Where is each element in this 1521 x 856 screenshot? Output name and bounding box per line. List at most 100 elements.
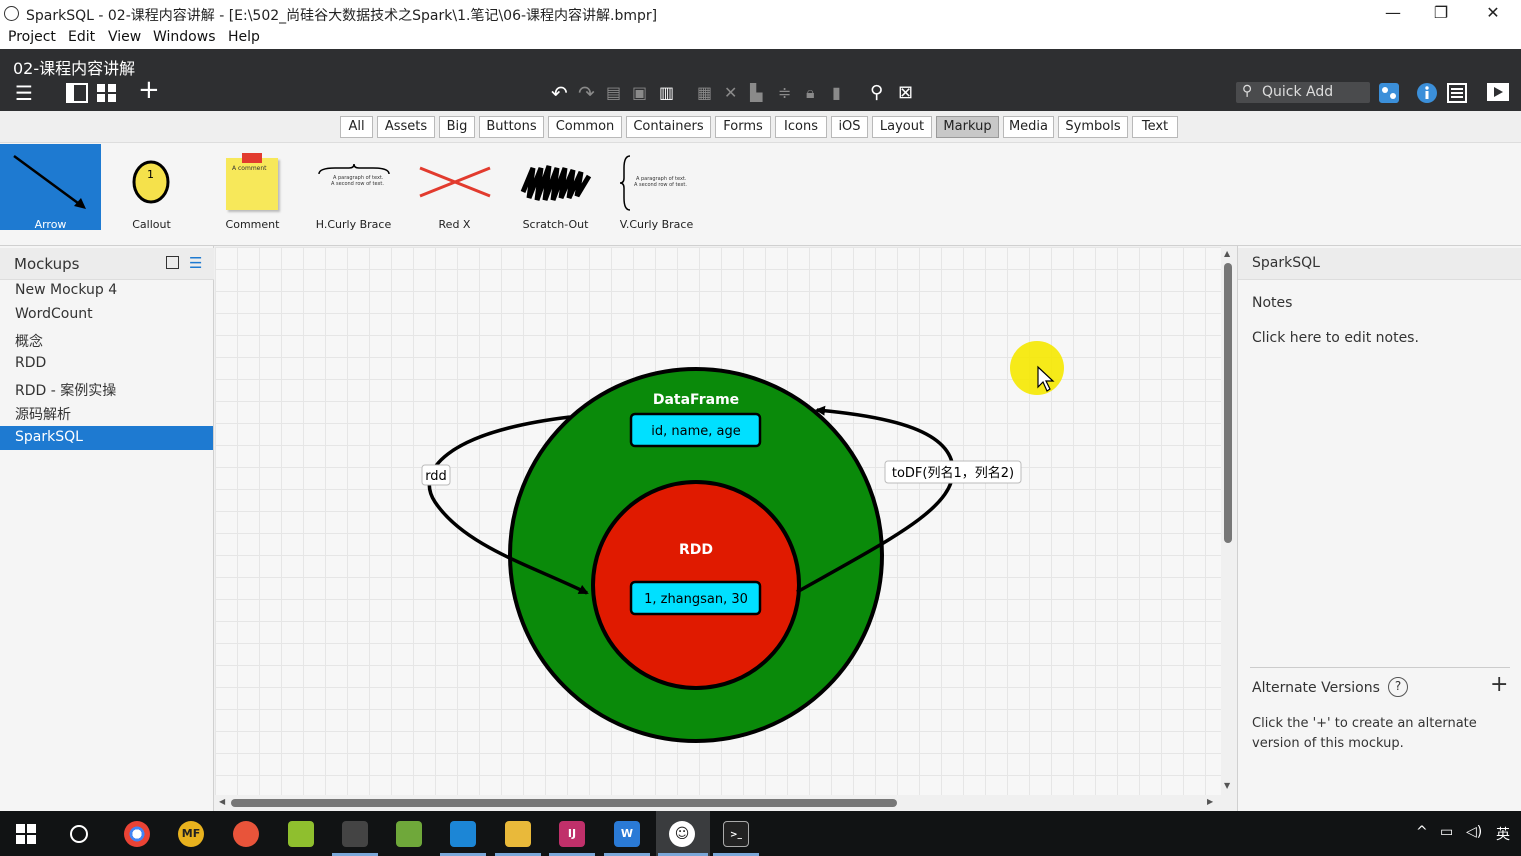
input-language[interactable]: 英 <box>1496 824 1510 844</box>
library-item-comment[interactable]: A comment Comment <box>202 144 303 231</box>
properties-panel: SparkSQL Notes Click here to edit notes.… <box>1237 246 1521 812</box>
chrome-icon[interactable] <box>124 821 150 847</box>
grid-view-icon[interactable] <box>96 82 118 108</box>
file-explorer-icon[interactable] <box>505 821 531 847</box>
category-forms[interactable]: Forms <box>715 116 771 138</box>
duplicate-icon[interactable]: ▣ <box>632 82 647 104</box>
maximize-button[interactable]: ❐ <box>1418 2 1464 26</box>
redo-icon[interactable]: ↷ <box>578 82 595 104</box>
paste-icon[interactable]: ▥ <box>659 82 674 104</box>
terminal-icon[interactable]: >_ <box>723 821 749 847</box>
mf-app-icon[interactable]: MF <box>178 821 204 847</box>
menu-edit[interactable]: Edit <box>68 29 95 45</box>
window-title: SparkSQL - 02-课程内容讲解 - [E:\502_尚硅谷大数据技术之… <box>26 8 658 24</box>
copy-icon[interactable]: ▤ <box>606 82 621 104</box>
library-label: Red X <box>438 218 471 231</box>
mockup-item[interactable]: RDD - 案例实操 <box>0 377 213 401</box>
hamburger-menu-icon[interactable]: ☰ <box>15 82 33 104</box>
align-icon[interactable]: ≑ <box>778 82 791 104</box>
notepad-icon[interactable] <box>396 821 422 847</box>
mockup-item[interactable]: 概念 <box>0 328 213 352</box>
notes-field[interactable]: Click here to edit notes. <box>1252 330 1419 346</box>
group-icon[interactable]: ▦ <box>697 82 712 104</box>
scroll-right-icon[interactable]: ▶ <box>1207 797 1213 806</box>
balsamiq-icon[interactable] <box>450 821 476 847</box>
category-buttons[interactable]: Buttons <box>479 116 544 138</box>
menu-windows[interactable]: Windows <box>153 29 216 45</box>
toggle-panels-icon[interactable] <box>66 82 88 108</box>
tray-expand-icon[interactable]: ^ <box>1416 824 1428 840</box>
library-item-v-curly-brace[interactable]: A paragraph of text. A second row of tex… <box>606 144 707 231</box>
face-app-icon[interactable]: ☺ <box>669 821 695 847</box>
category-common[interactable]: Common <box>548 116 622 138</box>
mockup-canvas[interactable]: DataFrame id, name, age RDD 1, zhangsan,… <box>215 247 1221 795</box>
library-item-arrow[interactable]: Arrow <box>0 144 101 231</box>
category-all[interactable]: All <box>340 116 373 138</box>
category-icons[interactable]: Icons <box>775 116 827 138</box>
list-view-icon[interactable]: ☰ <box>189 254 202 272</box>
zoom-icon[interactable]: ⚲ <box>870 82 883 104</box>
fullscreen-icon[interactable]: ⊠ <box>898 82 913 104</box>
intellij-icon[interactable]: IJ <box>559 821 585 847</box>
windows-start-icon[interactable] <box>16 824 36 844</box>
category-symbols[interactable]: Symbols <box>1058 116 1128 138</box>
category-containers[interactable]: Containers <box>626 116 711 138</box>
mockup-item[interactable]: 源码解析 <box>0 401 213 425</box>
app-icon-tool[interactable] <box>342 821 368 847</box>
library-item-red-x[interactable]: Red X <box>404 144 505 231</box>
category-text[interactable]: Text <box>1132 116 1178 138</box>
network-icon[interactable]: ▭ <box>1440 824 1453 840</box>
undo-icon[interactable]: ↶ <box>551 82 568 104</box>
presentation-icon[interactable] <box>1486 82 1510 108</box>
category-layout[interactable]: Layout <box>872 116 932 138</box>
word-app-icon[interactable]: W <box>614 821 640 847</box>
menu-project[interactable]: Project <box>8 29 56 45</box>
share-icon[interactable] <box>1378 82 1400 108</box>
menu-view[interactable]: View <box>108 29 141 45</box>
arrow-icon <box>13 154 86 209</box>
app-icon-green[interactable] <box>288 821 314 847</box>
mockups-panel: Mockups ☰ New Mockup 4 WordCount 概念 RDD … <box>0 246 214 812</box>
mockup-item[interactable]: WordCount <box>0 303 213 327</box>
library-item-callout[interactable]: 1 Callout <box>101 144 202 231</box>
horizontal-scroll-thumb[interactable] <box>231 799 897 807</box>
delete-icon[interactable]: ▮ <box>832 82 841 104</box>
category-ios[interactable]: iOS <box>831 116 868 138</box>
add-alternate-button[interactable]: + <box>1490 672 1508 697</box>
category-assets[interactable]: Assets <box>377 116 435 138</box>
thumbnail-view-icon[interactable] <box>166 256 179 269</box>
library-item-h-curly-brace[interactable]: A paragraph of text. A second row of tex… <box>303 144 404 231</box>
library-label: Arrow <box>34 218 67 231</box>
mockup-item-active[interactable]: SparkSQL <box>0 426 213 450</box>
quick-add-input[interactable]: ⚲ Quick Add <box>1236 82 1370 103</box>
properties-icon[interactable] <box>1446 82 1468 108</box>
info-icon[interactable] <box>1416 82 1438 108</box>
category-big[interactable]: Big <box>439 116 475 138</box>
add-mockup-icon[interactable]: + <box>138 77 160 103</box>
category-media[interactable]: Media <box>1003 116 1054 138</box>
mockup-item[interactable]: New Mockup 4 <box>0 279 213 303</box>
bring-front-icon[interactable]: ▙ <box>750 82 762 104</box>
mockup-item[interactable]: RDD <box>0 352 213 376</box>
scroll-up-icon[interactable]: ▲ <box>1224 249 1230 258</box>
canvas-horizontal-scrollbar[interactable]: ◀ ▶ <box>215 795 1221 811</box>
dataframe-schema-text: id, name, age <box>651 424 740 439</box>
comment-pin <box>242 153 262 163</box>
help-icon[interactable]: ? <box>1388 677 1408 697</box>
todf-arrow-label: toDF(列名1，列名2) <box>892 465 1014 481</box>
canvas-vertical-scrollbar[interactable]: ▲ ▼ <box>1221 247 1237 795</box>
lock-icon[interactable]: 🔒︎ <box>806 82 815 104</box>
browser-icon[interactable] <box>233 821 259 847</box>
search-icon[interactable] <box>70 825 88 843</box>
library-item-scratch-out[interactable]: Scratch-Out <box>505 144 606 231</box>
ungroup-icon[interactable]: ✕ <box>724 82 737 104</box>
mockup-item-label: SparkSQL <box>15 429 83 445</box>
minimize-button[interactable]: — <box>1370 2 1416 26</box>
menu-help[interactable]: Help <box>228 29 260 45</box>
close-button[interactable]: ✕ <box>1470 2 1516 26</box>
scroll-left-icon[interactable]: ◀ <box>219 797 225 806</box>
category-markup[interactable]: Markup <box>936 116 999 138</box>
volume-icon[interactable]: ◁) <box>1466 824 1482 840</box>
vertical-scroll-thumb[interactable] <box>1224 263 1232 543</box>
scroll-down-icon[interactable]: ▼ <box>1224 781 1230 790</box>
